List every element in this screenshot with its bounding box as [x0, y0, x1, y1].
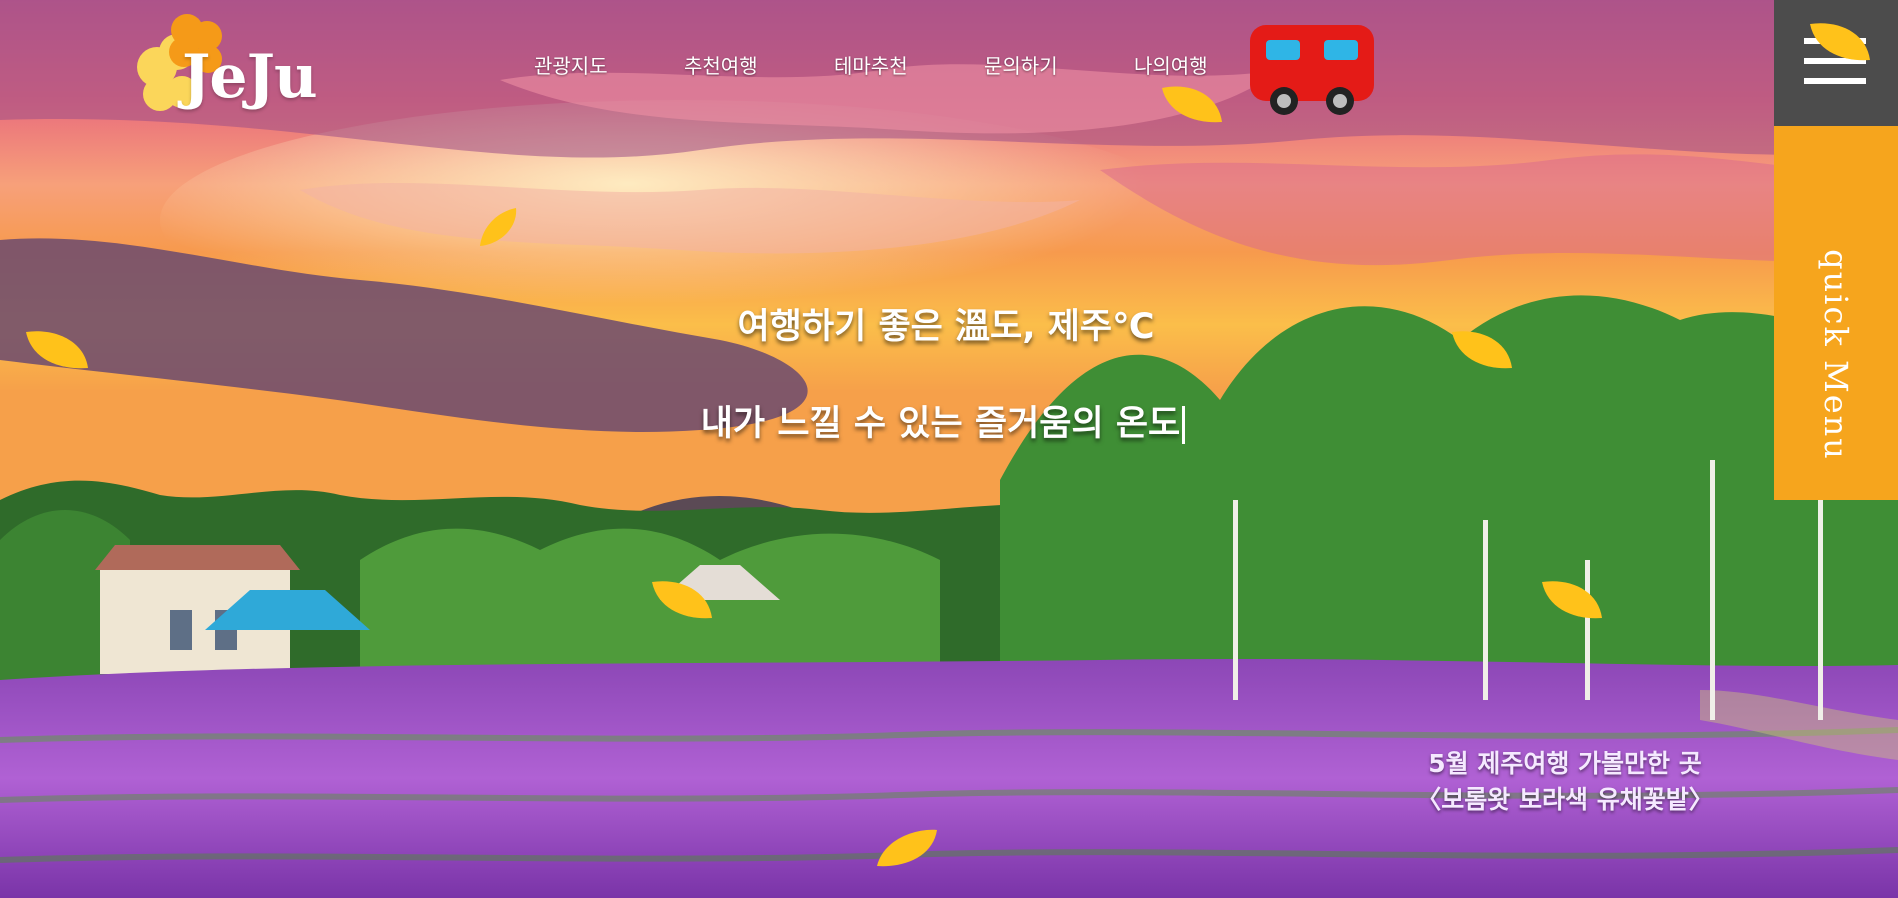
typing-cursor	[1182, 406, 1186, 444]
petal-icon	[26, 331, 88, 369]
petal-icon	[480, 208, 517, 246]
petal-icon	[1810, 23, 1870, 61]
hero-banner: JeJu 관광지도 추천여행 테마추천 문의하기 나의여행 여행하기 좋은 溫도…	[0, 0, 1898, 898]
petal-icon	[1162, 86, 1222, 123]
petal-icon	[877, 829, 937, 867]
nav-item-map[interactable]: 관광지도	[534, 50, 684, 79]
nav-item-themes[interactable]: 테마추천	[834, 50, 984, 79]
quick-menu-panel[interactable]: quick Menu	[1774, 126, 1898, 500]
petal-icon	[652, 581, 712, 619]
hero-headline-1: 여행하기 좋은 溫도, 제주℃	[737, 307, 1155, 347]
bus-icon[interactable]	[1250, 25, 1376, 119]
nav-item-recommended-trips[interactable]: 추천여행	[684, 50, 834, 79]
main-nav: 관광지도 추천여행 테마추천 문의하기 나의여행	[534, 50, 1284, 79]
jeju-logo[interactable]: JeJu	[122, 12, 322, 122]
logo-text: JeJu	[182, 42, 318, 112]
quick-menu[interactable]: quick Menu	[1774, 0, 1898, 500]
quick-menu-label: quick Menu	[1817, 249, 1855, 461]
hero-headline-2: 내가 느낄 수 있는 즐거움의 온도	[0, 395, 1892, 446]
petal-icon	[1542, 581, 1602, 619]
caption-line-2: 〈보롬왓 보라색 유채꽃밭〉	[1416, 785, 1714, 814]
caption-line-1: 5월 제주여행 가볼만한 곳	[1428, 749, 1702, 778]
photo-caption: 5월 제주여행 가볼만한 곳 〈보롬왓 보라색 유채꽃밭〉	[1400, 746, 1730, 818]
hero-headline-2-text: 내가 느낄 수 있는 즐거움의 온도	[700, 404, 1181, 444]
quick-menu-header	[1774, 0, 1898, 126]
nav-item-contact[interactable]: 문의하기	[984, 50, 1134, 79]
petal-icon	[1452, 331, 1512, 369]
